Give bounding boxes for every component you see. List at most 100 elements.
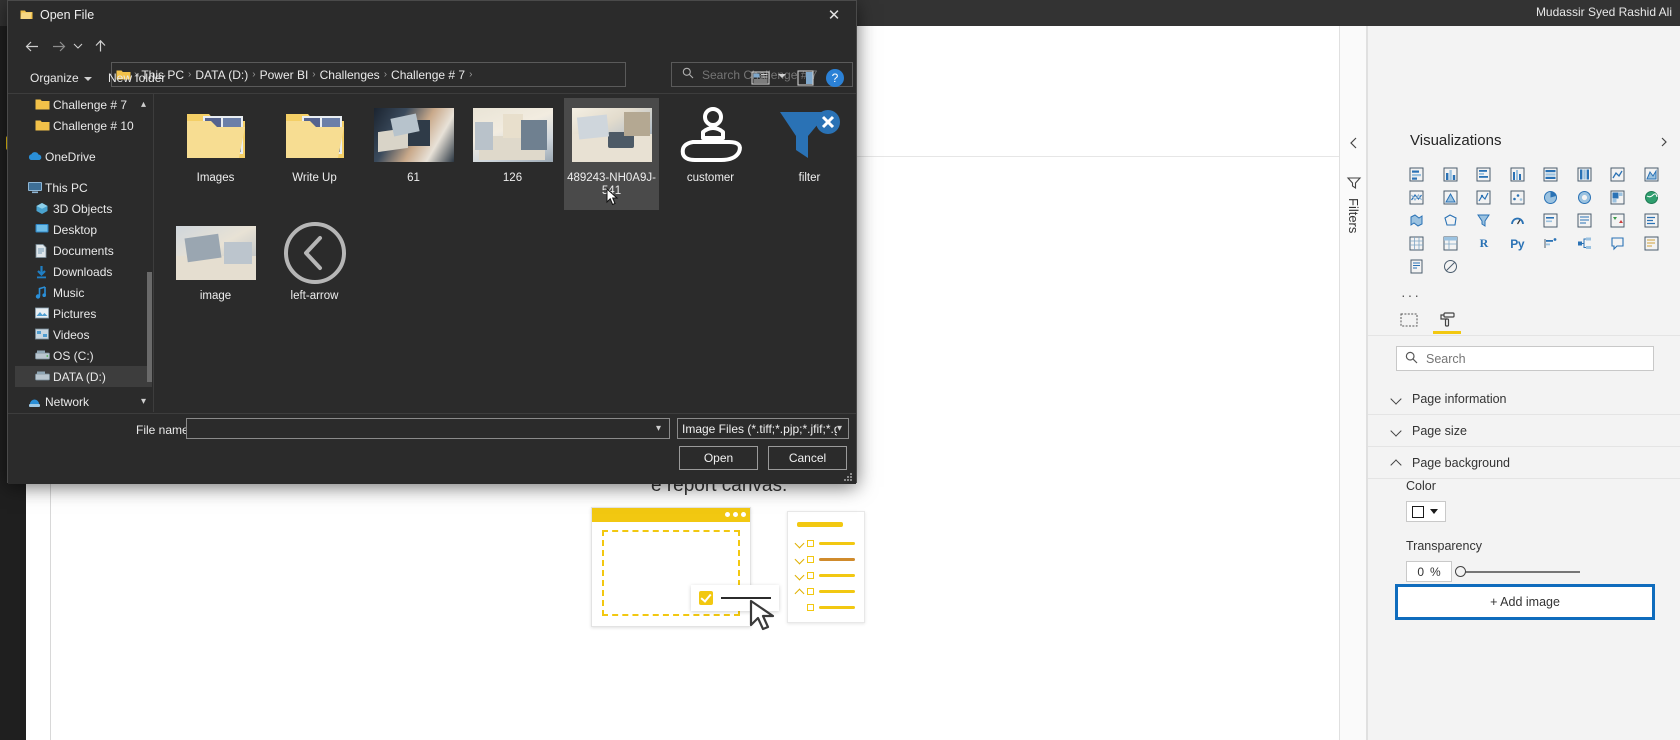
add-image-button[interactable]: + Add image (1395, 584, 1655, 620)
area-chart-icon[interactable] (1635, 164, 1669, 185)
file-item-customer[interactable]: customer (663, 98, 758, 210)
file-type-filter-select[interactable]: Image Files (*.tiff;*.pjp;*.jfif;*.gi ▾ (677, 418, 849, 439)
file-name-field[interactable]: ▾ (186, 418, 670, 439)
navigation-tree[interactable]: Challenge # 7 Challenge # 10 OneDrive Th… (15, 94, 152, 412)
stacked-column-chart-icon[interactable] (1434, 164, 1468, 185)
preview-pane-icon[interactable] (797, 70, 814, 87)
pie-chart-icon[interactable] (1534, 187, 1568, 208)
ribbon-chart-icon[interactable] (1434, 187, 1468, 208)
scatter-chart-icon[interactable] (1501, 187, 1535, 208)
file-list[interactable]: Images Write Up 61 126 489243-NH0A9J-541… (156, 94, 854, 412)
smart-narrative-icon[interactable] (1635, 233, 1669, 254)
map-icon[interactable] (1635, 187, 1669, 208)
file-item-489243[interactable]: 489243-NH0A9J-541 (564, 98, 659, 210)
funnel-chart-icon[interactable] (1467, 210, 1501, 231)
view-layout-icon[interactable] (751, 70, 771, 88)
file-item-filter[interactable]: filter (762, 98, 857, 210)
file-item-images[interactable]: Images (168, 98, 263, 210)
tree-item-documents[interactable]: Documents (15, 240, 152, 261)
arrow-up-icon[interactable] (88, 34, 112, 58)
chevron-right-icon[interactable] (1658, 136, 1670, 148)
tree-item-downloads[interactable]: Downloads (15, 261, 152, 282)
tree-item-pictures[interactable]: Pictures (15, 303, 152, 324)
filters-pane-collapsed[interactable]: Filters (1339, 26, 1367, 740)
table-icon[interactable] (1400, 233, 1434, 254)
background-color-picker[interactable] (1406, 501, 1446, 522)
multi-row-card-icon[interactable] (1568, 210, 1602, 231)
accordion-page-background[interactable]: Page background (1368, 447, 1680, 479)
tree-item-music[interactable]: Music (15, 282, 152, 303)
chevron-up-icon[interactable]: ▴ (141, 99, 146, 110)
arrow-right-icon[interactable] (46, 34, 70, 58)
help-button[interactable]: ? (826, 69, 844, 87)
cancel-button[interactable]: Cancel (768, 446, 847, 470)
user-account-name[interactable]: Mudassir Syed Rashid Ali (1536, 5, 1672, 19)
r-script-visual-icon[interactable]: R (1467, 233, 1501, 254)
treemap-icon[interactable] (1601, 187, 1635, 208)
stacked-bar-chart-icon[interactable] (1400, 164, 1434, 185)
python-visual-icon[interactable]: Py (1501, 233, 1535, 254)
kpi-icon[interactable] (1601, 210, 1635, 231)
decomposition-tree-icon[interactable] (1568, 233, 1602, 254)
file-item-write-up[interactable]: Write Up (267, 98, 362, 210)
gauge-chart-icon[interactable] (1501, 210, 1535, 231)
tree-item-data-d[interactable]: DATA (D:) (15, 366, 152, 387)
paginated-report-icon[interactable] (1400, 256, 1434, 277)
dialog-title-bar[interactable]: Open File ✕ (8, 1, 856, 29)
nav-tree-scrollbar[interactable] (147, 272, 152, 382)
filled-map-icon[interactable] (1400, 210, 1434, 231)
clustered-column-chart-icon[interactable] (1501, 164, 1535, 185)
more-visuals-button[interactable]: ··· (1401, 287, 1421, 303)
matrix-icon[interactable] (1434, 233, 1468, 254)
chevron-down-icon[interactable]: ▾ (656, 423, 661, 434)
slider-handle[interactable] (1455, 566, 1466, 577)
chevron-down-icon[interactable]: ▾ (837, 423, 842, 434)
file-item-126[interactable]: 126 (465, 98, 560, 210)
tree-item-onedrive[interactable]: OneDrive (15, 146, 152, 167)
resize-grip[interactable] (843, 472, 853, 482)
accordion-page-information[interactable]: Page information (1368, 383, 1680, 415)
clustered-bar-chart-icon[interactable] (1467, 164, 1501, 185)
new-folder-button[interactable]: New folder (108, 71, 165, 85)
organize-button[interactable]: Organize (30, 71, 92, 85)
tree-item-challenge-7[interactable]: Challenge # 7 (15, 94, 152, 115)
chevron-down-icon[interactable]: ▾ (141, 396, 146, 407)
waterfall-chart-icon[interactable] (1467, 187, 1501, 208)
tree-item-os-c[interactable]: OS (C:) (15, 345, 152, 366)
open-file-dialog[interactable]: Open File ✕ › This PC › DATA (D:) › Powe… (7, 0, 857, 484)
tree-item-challenge-10[interactable]: Challenge # 10 (15, 115, 152, 136)
transparency-value-input[interactable]: 0 % (1406, 561, 1452, 582)
visual-type-gallery[interactable]: R Py (1400, 164, 1668, 277)
file-item-image[interactable]: image (168, 216, 263, 328)
format-search-box[interactable] (1396, 346, 1654, 371)
format-search-input[interactable] (1424, 350, 1624, 367)
slicer-icon[interactable] (1635, 210, 1669, 231)
tree-item-videos[interactable]: Videos (15, 324, 152, 345)
line-chart-icon[interactable] (1601, 164, 1635, 185)
tree-item-desktop[interactable]: Desktop (15, 219, 152, 240)
hundred-stacked-bar-icon[interactable] (1534, 164, 1568, 185)
file-item-61[interactable]: 61 (366, 98, 461, 210)
shape-map-icon[interactable] (1434, 210, 1468, 231)
tree-item-3d-objects[interactable]: 3D Objects (15, 198, 152, 219)
donut-chart-icon[interactable] (1568, 187, 1602, 208)
fields-pane-icon[interactable] (1392, 306, 1426, 334)
hundred-stacked-column-icon[interactable] (1568, 164, 1602, 185)
dialog-splitter[interactable] (153, 94, 154, 412)
recent-locations-chevron-icon[interactable] (70, 34, 86, 58)
accordion-page-size[interactable]: Page size (1368, 415, 1680, 447)
file-item-left-arrow[interactable]: left-arrow (267, 216, 362, 328)
view-options-chevron-icon[interactable] (778, 74, 786, 78)
line-and-stacked-column-icon[interactable] (1400, 187, 1434, 208)
get-more-visuals-icon[interactable] (1434, 256, 1468, 277)
paint-roller-icon[interactable] (1430, 306, 1464, 334)
arrow-left-icon[interactable] (20, 34, 44, 58)
tree-item-network[interactable]: Network ▾ (15, 391, 152, 412)
tree-item-this-pc[interactable]: This PC (15, 177, 152, 198)
key-influencers-icon[interactable] (1534, 233, 1568, 254)
file-name-input[interactable] (187, 420, 656, 437)
transparency-slider[interactable] (1455, 566, 1580, 577)
chevron-left-icon[interactable] (1347, 136, 1361, 150)
open-button[interactable]: Open (679, 446, 758, 470)
card-icon[interactable] (1534, 210, 1568, 231)
